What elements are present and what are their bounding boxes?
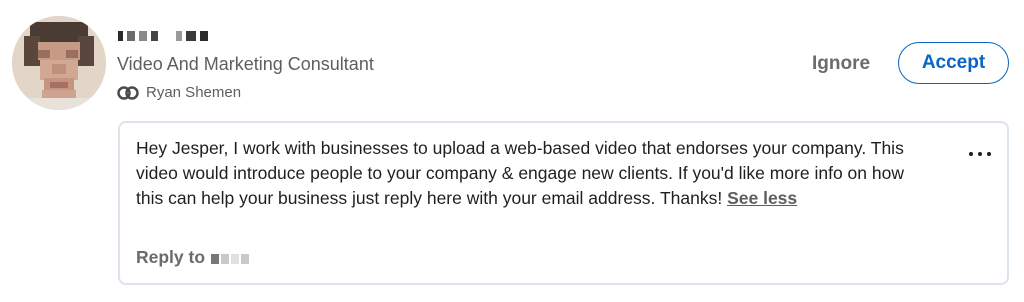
ignore-button[interactable]: Ignore: [804, 46, 878, 82]
sender-headline: Video And Marketing Consultant: [117, 54, 374, 74]
mutual-connection[interactable]: Ryan Shemen: [117, 84, 241, 101]
mutual-connections-icon: [117, 85, 139, 100]
sender-name[interactable]: [118, 28, 208, 44]
message-text: Hey Jesper, I work with businesses to up…: [136, 136, 936, 211]
name-redaction: [151, 31, 158, 41]
name-redaction: [139, 31, 147, 41]
invitation-card: Video And Marketing Consultant Ryan Shem…: [0, 0, 1024, 302]
invitation-message: Hey Jesper, I work with businesses to up…: [118, 121, 1009, 285]
avatar[interactable]: [12, 16, 106, 110]
reply-button[interactable]: Reply to: [136, 247, 250, 268]
name-redaction: [127, 31, 135, 41]
name-redaction: [186, 31, 196, 41]
accept-button[interactable]: Accept: [898, 42, 1009, 84]
reply-recipient-redaction: [211, 254, 250, 264]
name-redaction: [200, 31, 208, 41]
name-redaction: [176, 31, 182, 41]
reply-label: Reply to: [136, 247, 206, 267]
avatar-image: [12, 16, 106, 110]
more-options-icon[interactable]: [969, 145, 991, 163]
see-less-link[interactable]: See less: [727, 188, 797, 208]
name-redaction: [118, 31, 123, 41]
mutual-connection-name: Ryan Shemen: [146, 84, 242, 101]
